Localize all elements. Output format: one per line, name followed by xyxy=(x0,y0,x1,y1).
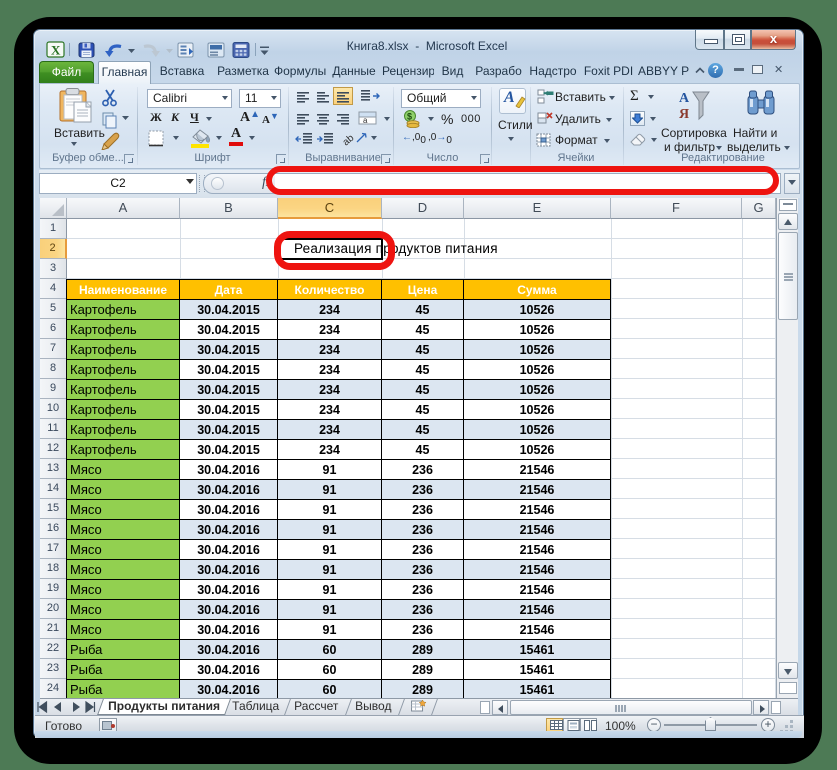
svg-text:$: $ xyxy=(407,112,412,122)
svg-text:А: А xyxy=(679,91,690,106)
svg-text:X: X xyxy=(51,43,61,58)
svg-text:a: a xyxy=(363,116,368,125)
svg-text:ab: ab xyxy=(343,132,357,148)
svg-text:Я: Я xyxy=(679,107,689,122)
